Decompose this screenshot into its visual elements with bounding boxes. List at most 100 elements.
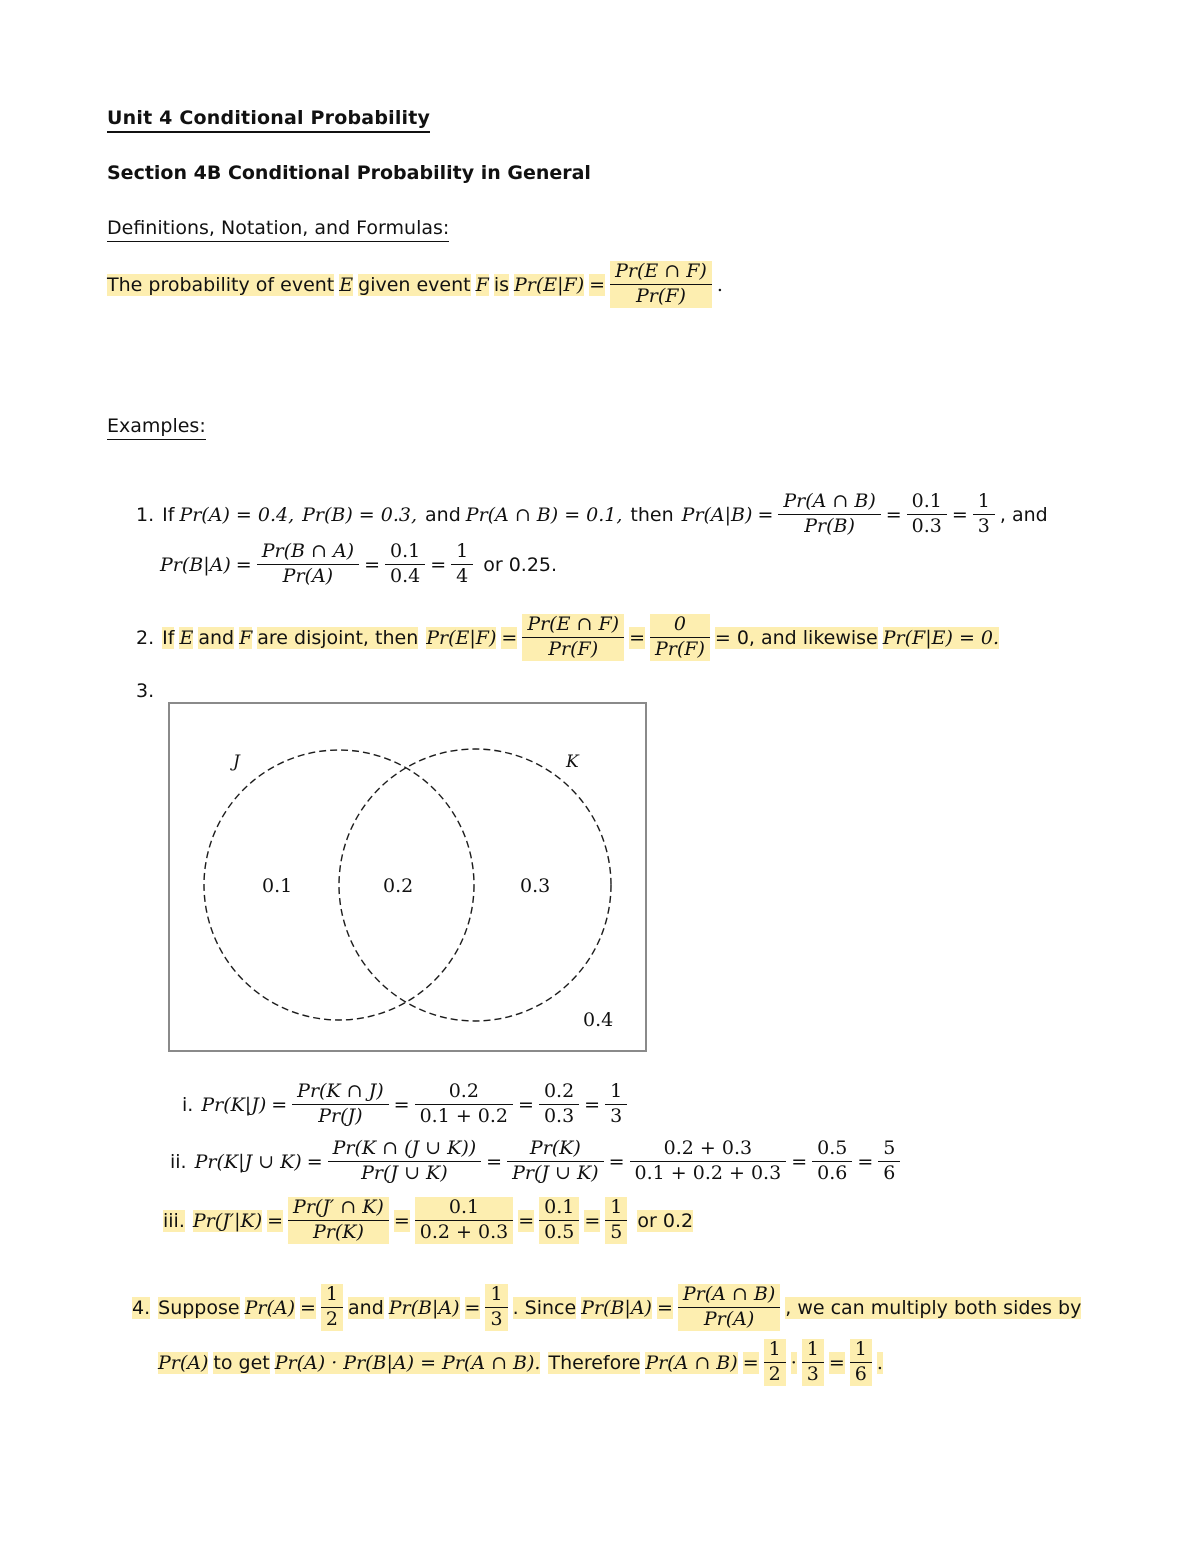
example-4-l2-f1-num: 1 bbox=[763, 1338, 786, 1362]
example-4-line1-tail: , we can multiply both sides by bbox=[785, 1297, 1082, 1320]
definitions-heading-text: Definitions, Notation, and Formulas: bbox=[107, 217, 450, 242]
example-4-l2-eq2: = bbox=[828, 1352, 845, 1375]
venn-subitem-iii-fraction-2: 0.1 0.2 + 0.3 bbox=[414, 1196, 514, 1244]
venn-subitem-ii-f4-den: 0.6 bbox=[812, 1160, 853, 1185]
venn-circle-k bbox=[338, 748, 612, 1022]
venn-subitem-i-eq4: = bbox=[584, 1094, 601, 1117]
example-2-f1-num: Pr(E ∩ F) bbox=[522, 613, 625, 637]
venn-subitem-iii-eq1: = bbox=[267, 1210, 284, 1233]
example-1-l2-fraction-1: Pr(B ∩ A) Pr(A) bbox=[256, 540, 360, 588]
venn-subitem-ii-f4-num: 0.5 bbox=[817, 1137, 848, 1159]
venn-subitem-i-f4-den: 3 bbox=[605, 1103, 628, 1128]
definition-equals: = bbox=[589, 274, 606, 297]
example-1: 1. If Pr(A) = 0.4, Pr(B) = 0.3, and Pr(A… bbox=[136, 490, 1048, 539]
example-1-f1-den: Pr(B) bbox=[778, 513, 881, 538]
example-4-l2-period: . bbox=[876, 1352, 883, 1375]
venn-subitem-i-f2-num: 0.2 bbox=[448, 1080, 479, 1102]
example-4-f3-num: Pr(A ∩ B) bbox=[677, 1283, 781, 1307]
venn-diagram: J K 0.1 0.2 0.3 0.4 bbox=[168, 702, 647, 1052]
example-1-l2-eq3: = bbox=[430, 554, 447, 577]
definition-lhs: Pr(E|F) bbox=[514, 274, 585, 297]
venn-subitem-i: i. Pr(K|J) = Pr(K ∩ J) Pr(J) = 0.2 0.1 +… bbox=[182, 1080, 632, 1129]
example-1-f3-den: 3 bbox=[972, 513, 995, 538]
example-2-f2-den: Pr(F) bbox=[649, 636, 710, 661]
venn-value-outside: 0.4 bbox=[583, 1009, 614, 1031]
example-4-fraction-3: Pr(A ∩ B) Pr(A) bbox=[677, 1283, 781, 1331]
example-1-f2-num: 0.1 bbox=[911, 490, 942, 512]
venn-subitem-ii-f1-num: Pr(K ∩ (J ∪ K)) bbox=[332, 1137, 477, 1159]
venn-subitem-i-fraction-4: 1 3 bbox=[605, 1080, 628, 1128]
example-4-l2-f3-num: 1 bbox=[849, 1338, 872, 1362]
venn-subitem-i-eq1: = bbox=[271, 1094, 288, 1117]
example-1-line1-tail: , and bbox=[999, 504, 1048, 527]
example-1-eq1: = bbox=[757, 504, 774, 527]
definition-given: given event bbox=[358, 274, 471, 297]
example-1-f2-den: 0.3 bbox=[906, 513, 947, 538]
definition-is: is bbox=[493, 274, 509, 297]
example-1-f1-num: Pr(A ∩ B) bbox=[783, 490, 876, 512]
venn-subitem-i-eq3: = bbox=[518, 1094, 534, 1117]
example-2-f: F bbox=[239, 627, 253, 650]
venn-subitem-ii-f1-den: Pr(J ∪ K) bbox=[327, 1160, 482, 1185]
example-2-row: 2. If E and F are disjoint, then Pr(E|F)… bbox=[136, 613, 1000, 662]
venn-subitem-ii-fraction-3: 0.2 + 0.3 0.1 + 0.2 + 0.3 bbox=[629, 1137, 787, 1185]
example-1-eq2: = bbox=[885, 504, 902, 527]
venn-subitem-i-eq2: = bbox=[393, 1094, 410, 1117]
venn-subitem-ii-eq5: = bbox=[857, 1151, 874, 1174]
example-1-pab: Pr(A ∩ B) = 0.1, bbox=[465, 504, 623, 527]
page-title-text: Unit 4 Conditional Probability bbox=[107, 107, 431, 133]
example-4-f1-den: 2 bbox=[320, 1306, 344, 1331]
example-4-and: and bbox=[348, 1297, 384, 1320]
venn-subitem-ii-f2-den: Pr(J ∪ K) bbox=[507, 1160, 604, 1185]
example-4-l2-pab: Pr(A ∩ B) bbox=[645, 1352, 738, 1375]
example-2-e: E bbox=[179, 627, 194, 650]
example-2-eq2: = bbox=[629, 627, 645, 650]
venn-subitem-ii-f5-num: 5 bbox=[883, 1137, 896, 1159]
venn-subitem-ii-f2-num: Pr(K) bbox=[529, 1137, 581, 1159]
example-4-l2-eq1: = bbox=[742, 1352, 759, 1375]
example-2-f2-num: 0 bbox=[649, 613, 710, 637]
example-1-pa: Pr(A) = 0.4, bbox=[179, 504, 295, 527]
example-1-l2-eq2: = bbox=[364, 554, 380, 577]
example-4-eq2: = bbox=[464, 1297, 481, 1320]
example-1-and: and bbox=[425, 504, 461, 527]
venn-subitem-ii-fraction-1: Pr(K ∩ (J ∪ K)) Pr(J ∪ K) bbox=[327, 1137, 482, 1185]
examples-heading: Examples: bbox=[107, 415, 206, 440]
venn-value-left-only: 0.1 bbox=[262, 875, 293, 897]
example-1-l2-eq1: = bbox=[235, 554, 252, 577]
venn-subitem-ii-fraction-5: 5 6 bbox=[878, 1137, 901, 1185]
example-1-l2-f2-num: 0.1 bbox=[390, 540, 421, 562]
example-4-eq3: = bbox=[656, 1297, 673, 1320]
example-1-line-1: 1. If Pr(A) = 0.4, Pr(B) = 0.3, and Pr(A… bbox=[136, 490, 1048, 539]
venn-subitem-iii-fraction-1: Pr(J′ ∩ K) Pr(K) bbox=[288, 1196, 389, 1244]
example-4-line-2: Pr(A) to get Pr(A) · Pr(B|A) = Pr(A ∩ B)… bbox=[158, 1338, 883, 1387]
section-heading: Section 4B Conditional Probability in Ge… bbox=[107, 162, 591, 184]
venn-value-right-only: 0.3 bbox=[520, 875, 551, 897]
example-1-l2-fraction-3: 1 4 bbox=[451, 540, 474, 588]
definition-row: The probability of event E given event F… bbox=[107, 260, 723, 309]
example-1-l2-f3-den: 4 bbox=[451, 563, 474, 588]
example-4-f2-num: 1 bbox=[485, 1283, 508, 1307]
example-3-number: 3. bbox=[136, 680, 155, 702]
example-1-l2-tail: or 0.25. bbox=[483, 554, 558, 577]
venn-subitem-iii-eq4: = bbox=[584, 1210, 601, 1233]
example-2-if: If bbox=[162, 627, 175, 650]
example-4-l2-f2-num: 1 bbox=[801, 1338, 824, 1362]
example-4-eq1: = bbox=[300, 1297, 316, 1320]
definition-block: The probability of event E given event F… bbox=[107, 260, 723, 309]
example-1-number: 1. bbox=[136, 504, 155, 527]
venn-subitem-ii-label: ii. bbox=[170, 1151, 187, 1174]
definition-denominator: Pr(F) bbox=[610, 283, 712, 308]
venn-subitem-iii-f4-num: 1 bbox=[605, 1196, 628, 1220]
definition-period: . bbox=[716, 274, 723, 297]
definitions-heading: Definitions, Notation, and Formulas: bbox=[107, 217, 450, 242]
example-4-l2-identity: Pr(A) · Pr(B|A) = Pr(A ∩ B). bbox=[274, 1352, 541, 1375]
venn-subitem-i-f1-num: Pr(K ∩ J) bbox=[297, 1080, 384, 1102]
venn-subitem-ii-f5-den: 6 bbox=[878, 1160, 901, 1185]
example-1-fraction-3: 1 3 bbox=[972, 490, 995, 538]
venn-subitem-iii-eq3: = bbox=[518, 1210, 535, 1233]
venn-subitem-i-f3-num: 0.2 bbox=[543, 1080, 575, 1102]
venn-subitem-i-fraction-3: 0.2 0.3 bbox=[538, 1080, 580, 1128]
venn-circle-j bbox=[203, 749, 475, 1021]
definition-event-f: F bbox=[475, 274, 489, 297]
